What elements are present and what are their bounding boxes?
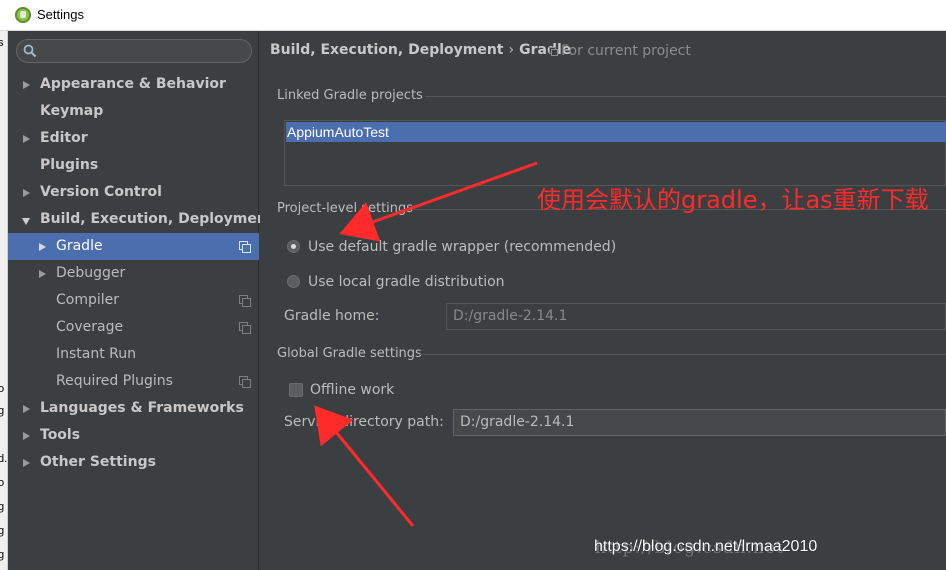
default-wrapper-label[interactable]: Use default gradle wrapper (recommended) [308,238,616,256]
section-divider [414,209,946,210]
sidebar-item-label: Compiler [56,292,120,308]
linked-projects-title: Linked Gradle projects [277,88,423,103]
window-title: Settings [37,7,84,22]
background-window-glyph: g [0,501,4,513]
sidebar-item-keymap[interactable]: Keymap [8,98,259,125]
sidebar-item-debugger[interactable]: Debugger [8,260,259,287]
radio-button-selected[interactable] [287,240,300,253]
offline-work-label[interactable]: Offline work [310,381,394,399]
breadcrumb: Build, Execution, Deployment › Gradle [270,42,571,58]
background-window-edge: s o g d. o g g g [0,31,8,570]
search-icon [23,44,37,58]
expand-arrow-icon[interactable] [23,81,30,89]
section-divider [425,96,946,97]
collapse-arrow-icon[interactable] [22,218,30,225]
background-window-glyph: g [0,549,4,561]
project-scope-icon [239,295,251,307]
project-scope-icon [239,241,251,253]
sidebar-item-label: Other Settings [40,454,156,470]
sidebar-item-plugins[interactable]: Plugins [8,152,259,179]
radio-button[interactable] [287,275,300,288]
expand-arrow-icon[interactable] [23,459,30,467]
project-scope-icon [549,47,558,56]
csdn-watermark-ghost: http://blog.csdn.net [595,538,784,558]
sidebar-item-gradle[interactable]: Gradle [8,233,259,260]
sidebar-item-label: Debugger [56,265,126,281]
sidebar-item-label: Languages & Frameworks [40,400,244,416]
sidebar-item-label: Version Control [40,184,162,200]
expand-arrow-icon[interactable] [23,189,30,197]
sidebar-item-label: Build, Execution, Deployment [40,211,274,227]
android-studio-icon [15,7,31,23]
linked-projects-list[interactable]: AppiumAutoTest [284,120,946,186]
breadcrumb-separator: › [508,42,515,58]
breadcrumb-parent[interactable]: Build, Execution, Deployment [270,42,504,58]
project-scope-icon [239,376,251,388]
sidebar-item-appearance-behavior[interactable]: Appearance & Behavior [8,71,259,98]
sidebar-item-label: Keymap [40,103,104,119]
sidebar-item-version-control[interactable]: Version Control [8,179,259,206]
section-divider [420,354,946,355]
red-annotation-text: 使用会默认的gradle，让as重新下载 [537,186,929,214]
sidebar-item-label: Gradle [56,238,103,254]
background-window-glyph: g [0,405,4,417]
service-directory-field[interactable]: D:/gradle-2.14.1 [453,409,946,436]
background-window-glyph: s [0,37,4,49]
sidebar-item-label: Required Plugins [56,373,173,389]
sidebar-item-label: Instant Run [56,346,137,362]
sidebar-item-build-execution-deployment[interactable]: Build, Execution, Deployment [8,206,274,233]
sidebar-item-label: Appearance & Behavior [40,76,226,92]
offline-work-checkbox[interactable] [289,383,303,397]
expand-arrow-icon[interactable] [23,135,30,143]
title-bar: Settings [0,0,946,31]
expand-arrow-icon[interactable] [23,432,30,440]
settings-window: Settings s o g d. o g g g Appearance & B… [0,0,946,570]
sidebar-item-required-plugins[interactable]: Required Plugins [8,368,259,395]
scope-text: For current project [561,43,691,59]
background-window-glyph: o [0,383,4,395]
linked-project-item[interactable]: AppiumAutoTest [286,122,946,142]
background-window-glyph: g [0,525,4,537]
expand-arrow-icon[interactable] [23,405,30,413]
expand-arrow-icon[interactable] [39,243,46,251]
global-gradle-settings-title: Global Gradle settings [277,346,422,361]
sidebar-item-other-settings[interactable]: Other Settings [8,449,259,476]
sidebar-item-label: Coverage [56,319,124,335]
project-level-settings-title: Project-level settings [277,201,414,216]
sidebar-item-tools[interactable]: Tools [8,422,259,449]
gradle-home-label: Gradle home: [284,308,380,324]
sidebar-item-languages-frameworks[interactable]: Languages & Frameworks [8,395,259,422]
sidebar-item-compiler[interactable]: Compiler [8,287,259,314]
sidebar-item-instant-run[interactable]: Instant Run [8,341,259,368]
service-directory-label: Service directory path: [284,414,444,430]
local-distribution-label[interactable]: Use local gradle distribution [308,273,505,291]
settings-content: Build, Execution, Deployment › Gradle For … [260,31,946,570]
project-scope-icon [239,322,251,334]
background-window-glyph: o [0,477,4,489]
gradle-home-field[interactable]: D:/gradle-2.14.1 [446,303,946,330]
sidebar-item-coverage[interactable]: Coverage [8,314,259,341]
sidebar-item-label: Tools [40,427,81,443]
expand-arrow-icon[interactable] [39,270,46,278]
settings-sidebar: Appearance & Behavior Keymap Editor Plug… [8,31,274,570]
sidebar-item-label: Editor [40,130,88,146]
settings-search-input[interactable] [41,42,246,60]
background-window-glyph: d. [0,453,8,465]
sidebar-item-label: Plugins [40,157,99,173]
csdn-watermark: https://blog.csdn.net/lrmaa2010 [594,538,818,555]
settings-search-box[interactable] [16,39,252,63]
sidebar-item-editor[interactable]: Editor [8,125,259,152]
